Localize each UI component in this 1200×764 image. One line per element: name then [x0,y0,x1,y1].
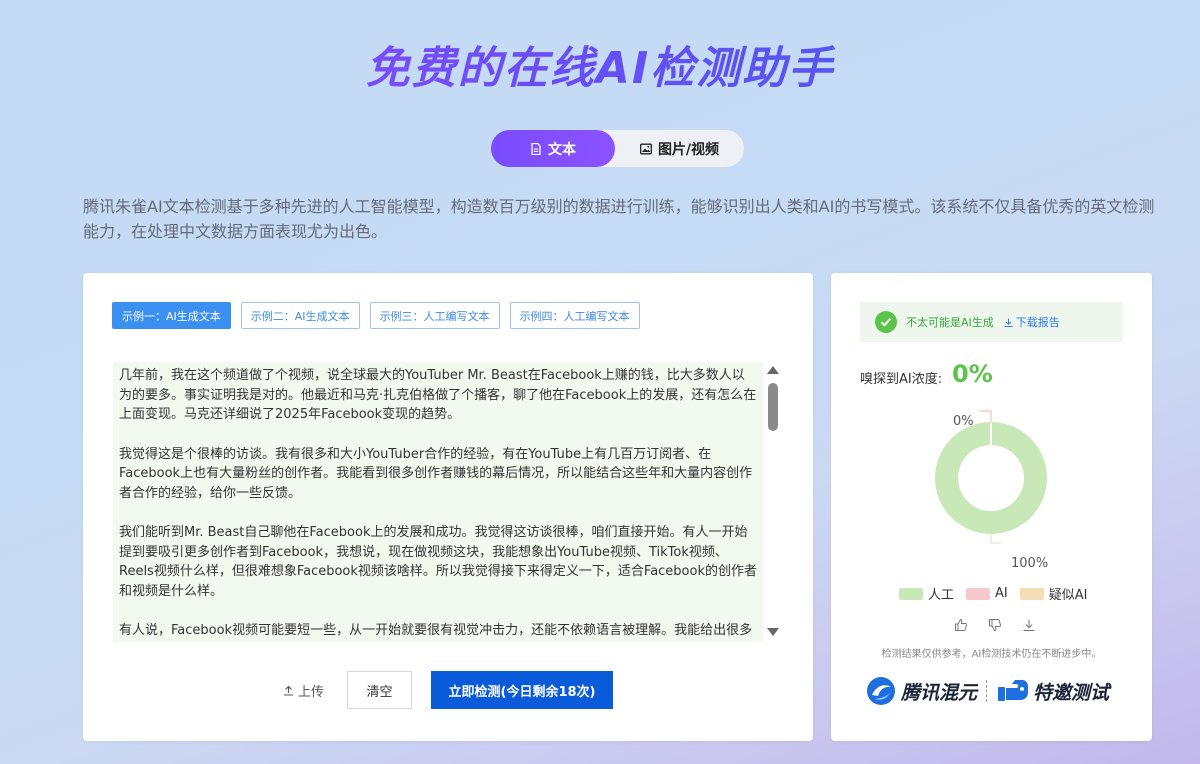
scroll-down-arrow-icon[interactable] [767,628,779,636]
example-4-button[interactable]: 示例四：人工编写文本 [509,302,640,329]
image-icon [639,143,652,154]
legend-item-ai[interactable]: AI [966,586,1008,601]
tab-image-video[interactable]: 图片/视频 [615,130,744,167]
legend-swatch-suspected-ai [1019,587,1044,600]
tab-text-label: 文本 [548,141,576,158]
input-panel: 示例一：AI生成文本 示例二：AI生成文本 示例三：人工编写文本 示例四：人工编… [83,273,813,741]
label-leader-line-0 [979,410,992,423]
pointing-hand-icon [998,680,1029,701]
download-icon [1004,318,1013,327]
thumbs-up-icon[interactable] [954,618,968,632]
legend-label-ai: AI [995,586,1008,601]
scroll-up-arrow-icon[interactable] [767,366,779,374]
detect-button[interactable]: 立即检测(今日剩余18次) [431,671,613,709]
ai-concentration-label: 嗅探到AI浓度: [860,372,943,387]
page-description: 腾讯朱雀AI文本检测基于多种先进的人工智能模型，构造数百万级别的数据进行训练，能… [83,197,1155,241]
donut-chart [935,410,1047,544]
feedback-buttons [954,618,1036,632]
hunyuan-logo-icon [867,677,895,705]
tab-text[interactable]: 文本 [491,130,615,167]
download-report-link[interactable]: 下载报告 [1004,314,1060,330]
upload-button[interactable]: 上传 [283,681,324,700]
brand-footer: 腾讯混元 特邀测试 [866,676,1109,706]
brand-invite-text: 特邀测试 [1033,681,1110,704]
clear-button[interactable]: 清空 [347,671,412,709]
chart-legend: 人工 AI 疑似AI [899,584,1087,603]
legend-item-human[interactable]: 人工 [899,584,954,603]
ai-concentration-value: 0% [952,360,993,388]
example-buttons: 示例一：AI生成文本 示例二：AI生成文本 示例三：人工编写文本 示例四：人工编… [112,302,640,329]
check-circle-icon [875,311,897,333]
legend-label-human: 人工 [928,588,955,603]
text-paragraph: 我们能听到Mr. Beast自己聊他在Facebook上的发展和成功。我觉得这访… [119,525,757,599]
download-label: 下载报告 [1015,316,1060,329]
page-title: 免费的在线AI检测助手 [0,32,1200,96]
mode-tabs: 文本 图片/视频 [491,130,744,167]
text-paragraph: 有人说，Facebook视频可能要短一些，从一开始就要很有视觉冲击力，还能不依赖… [119,623,753,638]
upload-icon [284,685,293,696]
example-3-button[interactable]: 示例三：人工编写文本 [369,302,500,329]
upload-label: 上传 [298,685,325,700]
brand-hunyuan-text: 腾讯混元 [901,681,978,704]
tab-image-video-label: 图片/视频 [657,141,720,158]
text-paragraph: 几年前，我在这个频道做了个视频，说全球最大的YouTuber Mr. Beast… [119,368,757,422]
scrollbar-thumb[interactable] [768,383,778,431]
legend-swatch-ai [966,587,991,600]
result-banner: 不太可能是AI生成 下载报告 [860,302,1123,342]
example-2-button[interactable]: 示例二：AI生成文本 [240,302,360,329]
disclaimer-note: 检测结果仅供参考，AI检测技术仍在不断进步中。 [881,649,1102,660]
verdict-text: 不太可能是AI生成 [906,316,994,329]
result-panel: 不太可能是AI生成 下载报告 嗅探到AI浓度: 0% 0% 100% 人工 AI… [831,273,1152,741]
legend-item-suspected-ai[interactable]: 疑似AI [1019,584,1088,603]
brand-separator [986,680,988,702]
text-input-area[interactable]: 几年前，我在这个频道做了个视频，说全球最大的YouTuber Mr. Beast… [113,362,763,642]
chart-label-human: 100% [1011,556,1049,571]
example-1-button[interactable]: 示例一：AI生成文本 [112,302,231,329]
legend-label-suspected-ai: 疑似AI [1048,588,1088,603]
text-paragraph: 我觉得这是个很棒的访谈。我有很多和大小YouTuber合作的经验，有在YouTu… [119,446,753,501]
legend-swatch-human [899,587,923,600]
chart-label-ai: 0% [953,414,974,429]
download-icon[interactable] [1022,618,1036,632]
thumbs-down-icon[interactable] [988,618,1002,632]
document-icon [531,142,541,155]
